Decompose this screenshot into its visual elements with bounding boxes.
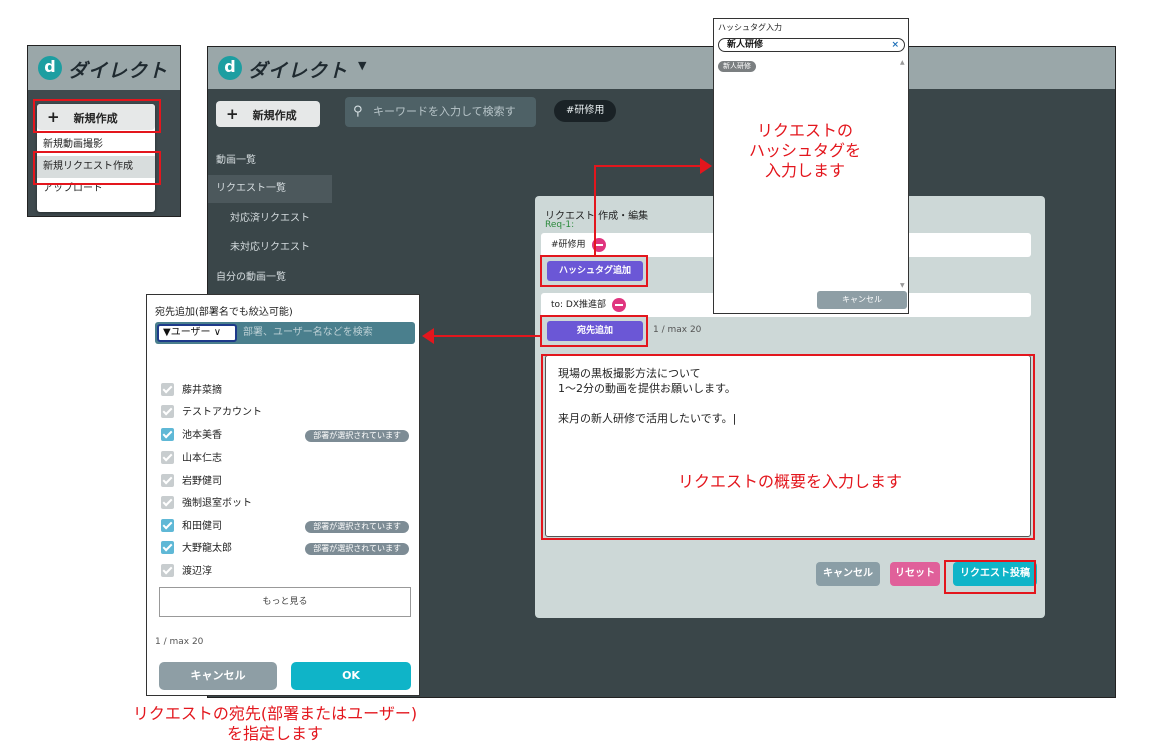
connector-hashtag-h: [594, 165, 706, 167]
chevron-down-icon: ∨: [210, 327, 222, 338]
list-item[interactable]: テストアカウント: [161, 402, 413, 424]
checkbox-icon[interactable]: [161, 404, 174, 418]
status-badge: 部署が選択されています: [305, 521, 409, 533]
show-more-button[interactable]: もっと見る: [159, 587, 411, 617]
remove-destination-icon[interactable]: [612, 297, 627, 312]
connector-destination: [432, 335, 542, 337]
new-create-button[interactable]: + 新規作成: [216, 101, 320, 127]
plus-icon: +: [47, 108, 60, 126]
logo-icon: d: [218, 56, 242, 80]
arrow-right-icon: [700, 158, 712, 174]
app-header: d ダイレクト ▼: [208, 47, 1115, 89]
sidebar-item-requests[interactable]: リクエスト一覧: [208, 175, 332, 203]
annotation-description: リクエストの概要を入力します: [677, 472, 902, 491]
list-item[interactable]: 渡辺淳: [161, 561, 413, 583]
highlight-mini-request: [33, 151, 161, 185]
hashtag-suggestion[interactable]: 新人研修: [718, 61, 756, 72]
sidebar-item-open-requests[interactable]: 未対応リクエスト: [208, 234, 332, 262]
sidebar-item-my-videos[interactable]: 自分の動画一覧: [208, 264, 332, 292]
clear-icon[interactable]: ×: [891, 39, 899, 51]
sidebar-item-videos[interactable]: 動画一覧: [208, 147, 332, 175]
mini-header: d ダイレクト: [28, 46, 180, 90]
reset-button[interactable]: リセット: [890, 562, 940, 586]
highlight-submit: [944, 560, 1036, 594]
hashtag-filter-chip[interactable]: #研修用: [554, 100, 617, 122]
checkbox-icon[interactable]: [161, 473, 174, 487]
annotation-hashtag: リクエストの ハッシュタグを 入力します: [748, 121, 861, 180]
list-item[interactable]: 岩野健司: [161, 471, 413, 493]
highlight-description: [541, 354, 1035, 540]
logo-text: ダイレクト: [68, 60, 169, 82]
request-id: Req-1:: [545, 220, 575, 230]
checkbox-icon[interactable]: [161, 540, 174, 554]
plus-icon: +: [226, 105, 239, 123]
chevron-down-icon[interactable]: ▼: [358, 59, 366, 72]
connector-hashtag: [594, 165, 596, 257]
destination-popup-title: 宛先追加(部署名でも絞込可能): [155, 307, 293, 318]
checkbox-icon[interactable]: [161, 518, 174, 532]
logo-icon: d: [38, 56, 62, 80]
checkbox-icon[interactable]: [161, 382, 174, 396]
hashtag-cancel-button[interactable]: キャンセル: [817, 291, 907, 309]
list-item[interactable]: 和田健司 部署が選択されています: [161, 516, 413, 538]
status-badge: 部署が選択されています: [305, 543, 409, 555]
annotation-destination: リクエストの宛先(部署またはユーザー) を指定します: [132, 704, 418, 743]
mini-new-button[interactable]: + 新規作成: [37, 104, 155, 130]
destination-cancel-button[interactable]: キャンセル: [159, 662, 277, 690]
list-item[interactable]: 大野龍太郎 部署が選択されています: [161, 538, 413, 560]
hashtag-input[interactable]: 新人研修 ×: [718, 38, 905, 52]
hashtag-popup-title: ハッシュタグ入力: [718, 23, 782, 32]
arrow-left-icon: [422, 328, 434, 344]
destination-search-bar: ▼ユーザー ∨ 部署、ユーザー名などを検索: [155, 322, 415, 344]
user-filter-dropdown[interactable]: ▼ユーザー ∨: [157, 324, 237, 342]
checkbox-icon[interactable]: [161, 427, 174, 441]
search-icon: ⚲: [353, 104, 363, 119]
status-badge: 部署が選択されています: [305, 430, 409, 442]
list-item[interactable]: 池本美香 部署が選択されています: [161, 425, 413, 447]
logo-text: ダイレクト: [248, 60, 349, 82]
checkbox-icon[interactable]: [161, 563, 174, 577]
filter-icon: ▼: [163, 327, 171, 338]
checkbox-icon[interactable]: [161, 495, 174, 509]
list-item[interactable]: 強制退室ボット: [161, 493, 413, 515]
destination-ok-button[interactable]: OK: [291, 662, 411, 690]
search-input[interactable]: ⚲ キーワードを入力して検索す: [345, 97, 536, 127]
sidebar-item-done-requests[interactable]: 対応済リクエスト: [208, 205, 332, 233]
highlight-destination-add: [540, 315, 648, 347]
scrollbar[interactable]: ▲ ▼: [900, 59, 906, 289]
destination-count: 1 / max 20: [155, 637, 204, 647]
list-item[interactable]: 藤井菜摘: [161, 380, 413, 402]
list-item[interactable]: 山本仁志: [161, 448, 413, 470]
highlight-hashtag-add: [540, 255, 648, 287]
checkbox-icon[interactable]: [161, 450, 174, 464]
destination-popup: 宛先追加(部署名でも絞込可能) ▼ユーザー ∨ 部署、ユーザー名などを検索 藤井…: [146, 294, 420, 696]
cancel-button[interactable]: キャンセル: [816, 562, 880, 586]
destination-count: 1 / max 20: [653, 325, 702, 335]
destination-search-input[interactable]: 部署、ユーザー名などを検索: [243, 322, 373, 344]
